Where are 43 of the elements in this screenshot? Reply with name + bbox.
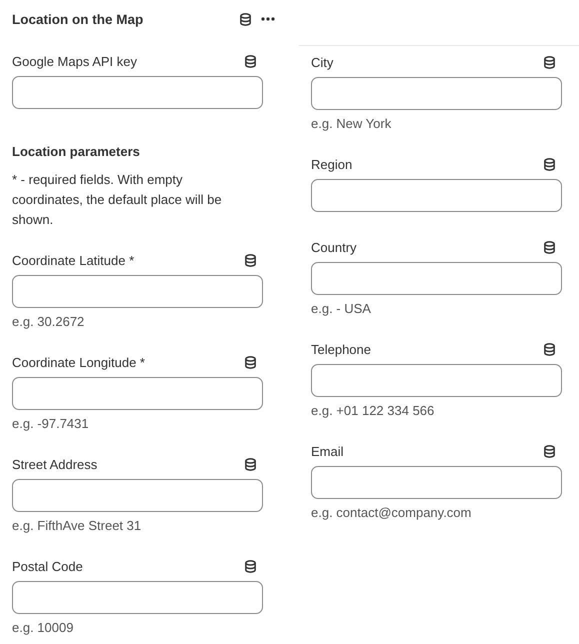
- field-label: Region: [311, 156, 352, 172]
- input-field[interactable]: [311, 77, 562, 110]
- field-label: Street Address: [12, 456, 98, 472]
- hint-text: e.g. FifthAve Street 31: [12, 517, 142, 535]
- field-label: Google Maps API key: [12, 54, 138, 68]
- input-field[interactable]: [12, 479, 263, 512]
- database-icon[interactable]: [244, 254, 257, 266]
- input-field[interactable]: [311, 466, 562, 499]
- hint-text: e.g. - USA: [311, 300, 372, 318]
- hint-text: e.g. New York: [311, 115, 392, 133]
- field-label: City: [311, 54, 334, 70]
- hint-text: e.g. 10009: [12, 619, 74, 637]
- input-field[interactable]: [311, 364, 562, 397]
- field-label: Telephone: [311, 342, 371, 356]
- more-icon[interactable]: [261, 17, 275, 21]
- hint-text: e.g. 30.2672: [12, 313, 86, 331]
- input-field[interactable]: [311, 179, 562, 212]
- field-label: Coordinate Longitude *: [12, 354, 145, 370]
- input-field[interactable]: [12, 275, 263, 308]
- database-icon[interactable]: [543, 56, 556, 68]
- input-field[interactable]: [311, 262, 562, 295]
- panel-title: Location on the Map: [12, 12, 144, 26]
- database-icon[interactable]: [543, 342, 556, 356]
- field-label: Postal Code: [12, 558, 83, 574]
- database-icon[interactable]: [244, 54, 257, 68]
- input-field[interactable]: [12, 581, 263, 614]
- database-icon[interactable]: [239, 12, 252, 26]
- input-field[interactable]: [12, 76, 263, 109]
- database-icon[interactable]: [543, 158, 556, 170]
- database-icon[interactable]: [543, 240, 556, 254]
- field-label: Country: [311, 240, 357, 254]
- field-label: Coordinate Latitude *: [12, 252, 134, 268]
- input-field[interactable]: [12, 377, 263, 410]
- description-text: * - required fields. With empty coordinates, the default place will be shown.: [12, 171, 223, 229]
- section-heading: Location parameters: [12, 143, 141, 161]
- hint-text: e.g. -97.7431: [12, 415, 90, 433]
- hint-text: e.g. +01 122 334 566: [311, 402, 436, 420]
- database-icon[interactable]: [244, 458, 257, 470]
- field-label: Email: [311, 444, 344, 458]
- database-icon[interactable]: [244, 560, 257, 572]
- hint-text: e.g. contact@company.com: [311, 504, 472, 522]
- database-icon[interactable]: [244, 356, 257, 368]
- database-icon[interactable]: [543, 444, 556, 458]
